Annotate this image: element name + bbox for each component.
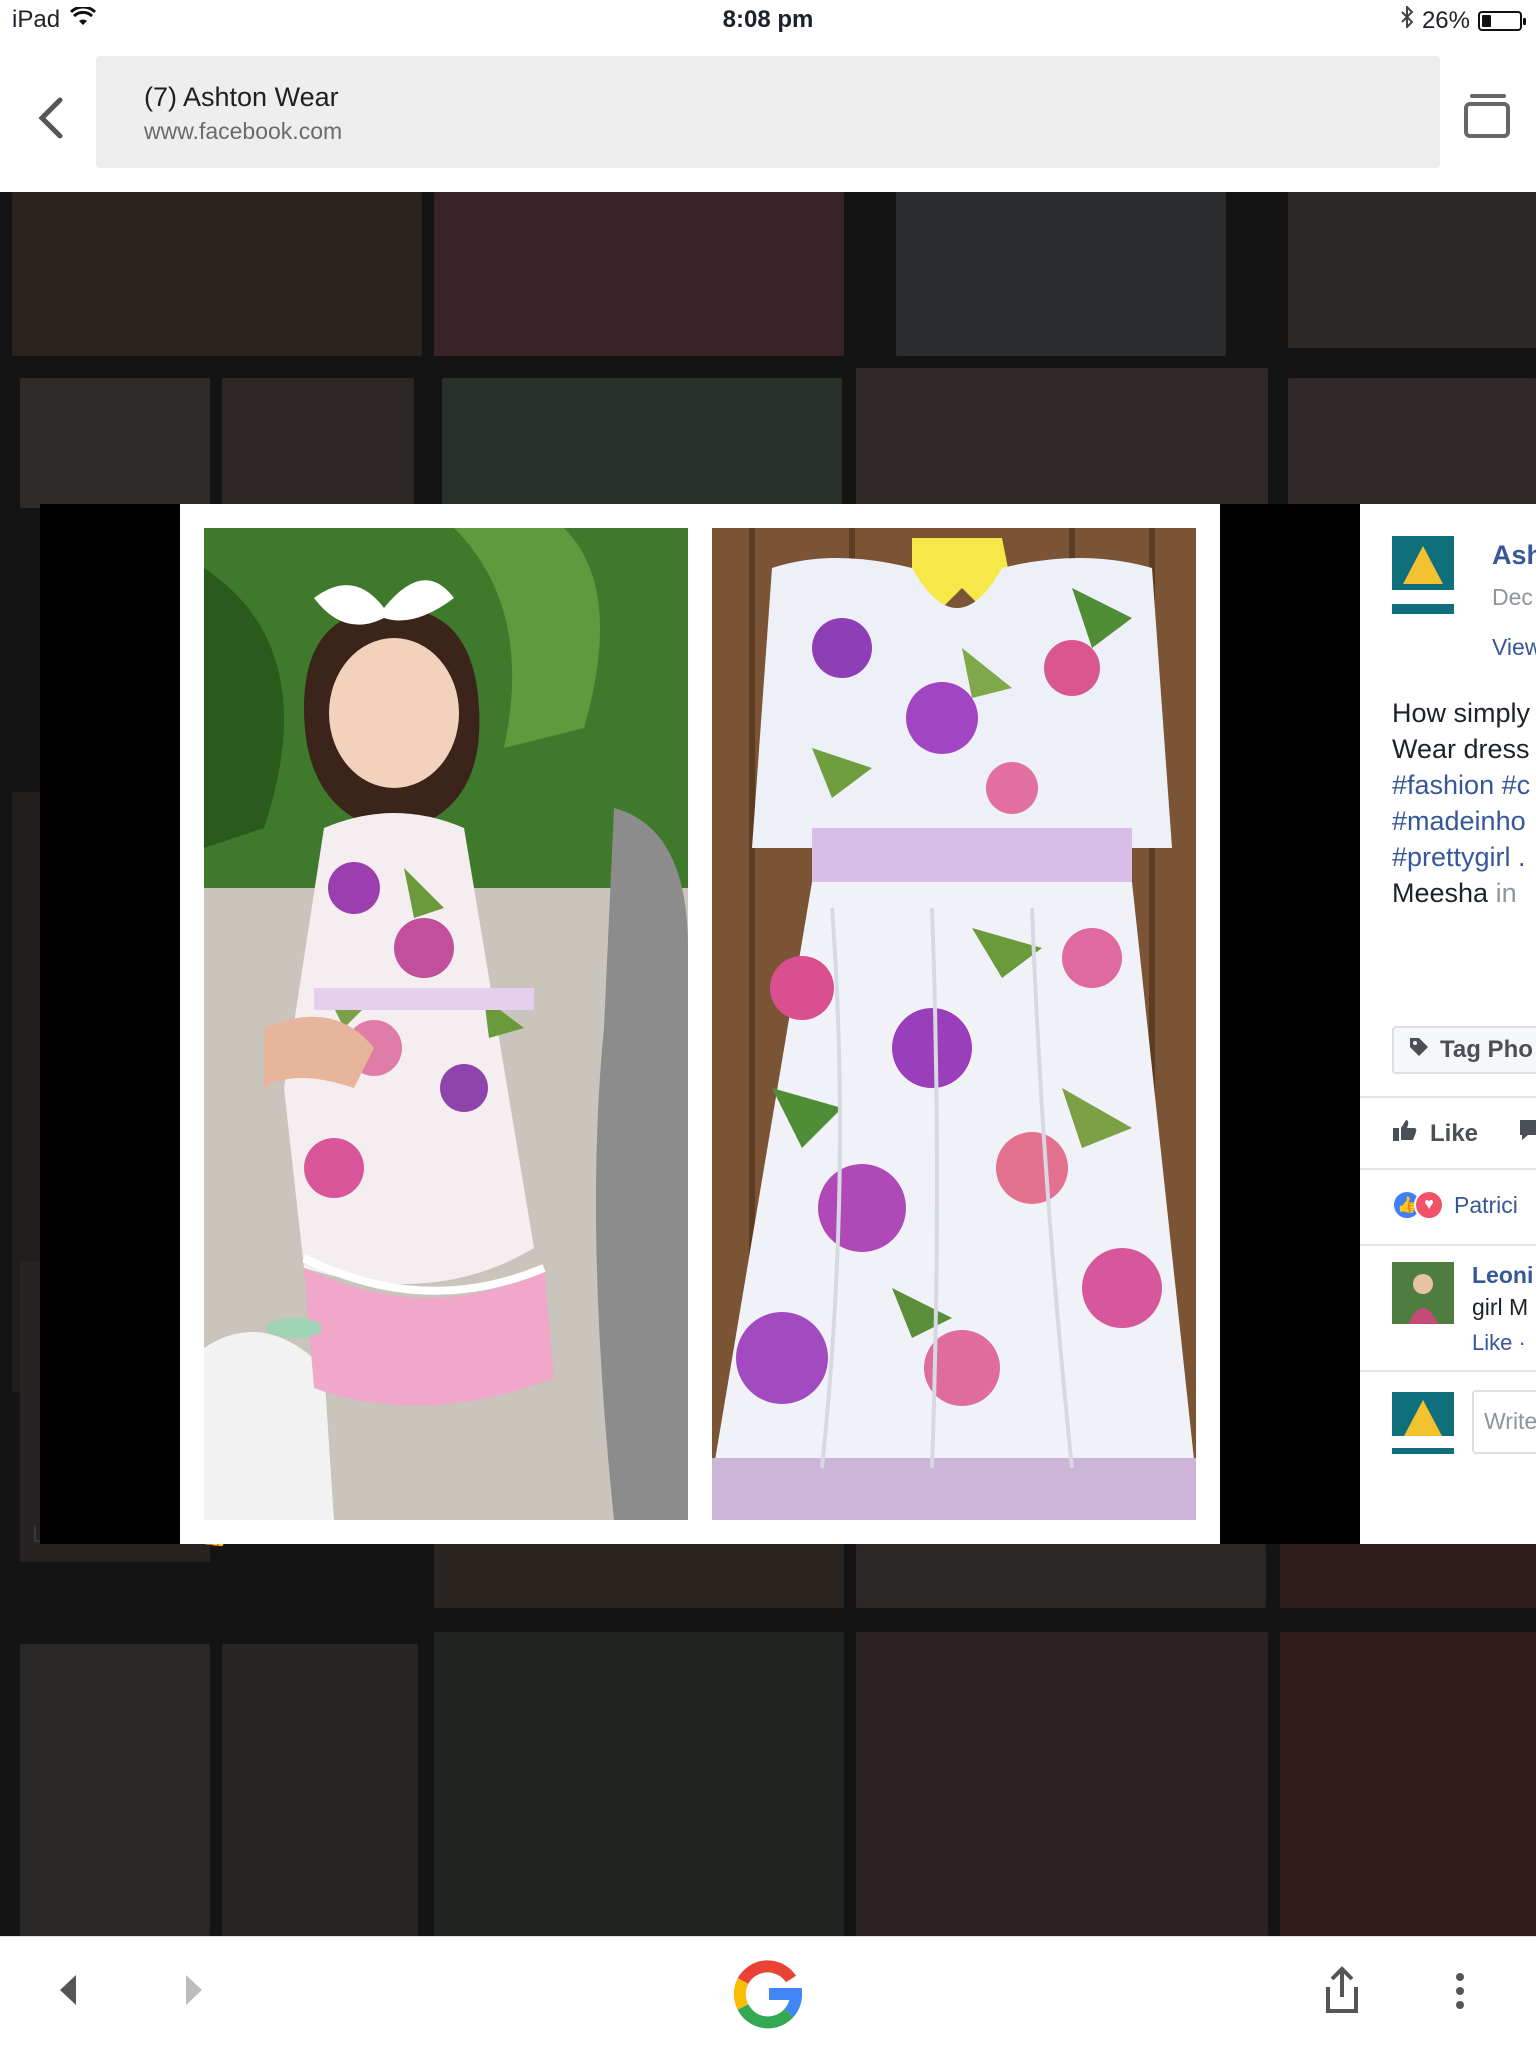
- commenter-name[interactable]: Leoni: [1472, 1262, 1533, 1289]
- status-bar: iPad 8:08 pm 26%: [0, 0, 1536, 40]
- write-comment-input[interactable]: Write: [1472, 1390, 1536, 1454]
- comment-like-link[interactable]: Like ·: [1472, 1330, 1526, 1356]
- browser-toolbar: (7) Ashton Wear www.facebook.com: [0, 40, 1536, 192]
- tab-switcher-icon[interactable]: [1458, 88, 1514, 144]
- more-vertical-icon[interactable]: [1454, 1971, 1466, 2016]
- hashtag-link[interactable]: #madeinho: [1392, 806, 1526, 837]
- grid-photo[interactable]: [856, 1544, 1266, 1608]
- grid-photo[interactable]: [434, 192, 844, 356]
- comment-icon[interactable]: [1518, 1118, 1536, 1149]
- photo-viewer-stage[interactable]: [40, 504, 1360, 1544]
- love-reaction-icon: ♥: [1414, 1190, 1444, 1220]
- divider: [1360, 1096, 1536, 1098]
- grid-photo[interactable]: [20, 378, 210, 508]
- google-logo[interactable]: [733, 1959, 803, 2029]
- grid-photo[interactable]: [1288, 192, 1536, 348]
- reactions-summary[interactable]: 👍 ♥ Patrici: [1392, 1190, 1518, 1220]
- grid-photo[interactable]: [1280, 1544, 1536, 1608]
- tag-photo-button[interactable]: Tag Pho: [1392, 1026, 1536, 1074]
- mention-name[interactable]: Meesha: [1392, 878, 1488, 908]
- mention-suffix: in: [1495, 878, 1517, 908]
- battery-percent: 26%: [1421, 6, 1470, 34]
- page-name-link[interactable]: Ash: [1492, 540, 1536, 571]
- grid-photo[interactable]: [12, 192, 422, 356]
- viewer-avatar: [1392, 1392, 1454, 1454]
- caption-line: Wear dress: [1392, 734, 1530, 764]
- grid-photo[interactable]: [856, 368, 1268, 508]
- tag-photo-label: Tag Pho: [1440, 1036, 1533, 1063]
- divider: [1360, 1370, 1536, 1372]
- post-date[interactable]: Dec: [1492, 584, 1533, 611]
- thumbs-up-icon: [1392, 1118, 1418, 1149]
- grid-photo[interactable]: [896, 192, 1226, 356]
- grid-photo[interactable]: [1288, 378, 1536, 508]
- bluetooth-icon: [1400, 4, 1414, 35]
- grid-photo[interactable]: [222, 1644, 418, 1936]
- back-chevron-icon[interactable]: [28, 88, 72, 148]
- grid-photo[interactable]: [856, 1632, 1268, 1936]
- tag-icon: [1408, 1036, 1430, 1065]
- photo-collage: [180, 504, 1220, 1544]
- caption-line: How simply: [1392, 698, 1531, 728]
- bottom-toolbar: [0, 1936, 1536, 2048]
- share-icon[interactable]: [1322, 1965, 1362, 2020]
- page-title: (7) Ashton Wear: [144, 82, 339, 112]
- clock: 8:08 pm: [722, 6, 814, 33]
- divider: [1360, 1168, 1536, 1170]
- photo-dress-on-hanger: [712, 528, 1196, 1520]
- commenter-avatar[interactable]: [1392, 1262, 1454, 1324]
- address-bar[interactable]: (7) Ashton Wear www.facebook.com: [96, 56, 1440, 168]
- view-link[interactable]: View: [1492, 634, 1536, 661]
- grid-photo[interactable]: [222, 378, 414, 508]
- comment-text: girl M: [1472, 1294, 1529, 1320]
- page-url: www.facebook.com: [144, 118, 343, 144]
- reactions-names[interactable]: Patrici: [1454, 1192, 1518, 1219]
- post-info-panel: Ash Dec View How simply Wear dress #fash…: [1360, 504, 1536, 1544]
- divider: [1360, 1244, 1536, 1246]
- grid-photo[interactable]: [20, 1644, 210, 1936]
- grid-photo[interactable]: [442, 378, 842, 508]
- hashtag-link[interactable]: #prettygirl .: [1392, 842, 1526, 873]
- battery-icon: [1478, 10, 1526, 31]
- like-button[interactable]: Like: [1392, 1118, 1536, 1149]
- like-label: Like: [1430, 1119, 1479, 1147]
- photo-girl-in-dress: [204, 528, 688, 1520]
- mention-line: Meesha in: [1392, 878, 1517, 909]
- grid-photo[interactable]: [434, 1544, 844, 1608]
- grid-photo[interactable]: [1280, 1632, 1536, 1936]
- grid-photo[interactable]: [434, 1632, 844, 1936]
- back-arrow-icon[interactable]: [56, 1973, 78, 2012]
- forward-arrow-icon[interactable]: [184, 1973, 206, 2012]
- hashtag-link[interactable]: #fashion #c: [1392, 770, 1530, 801]
- page-avatar[interactable]: [1392, 536, 1454, 614]
